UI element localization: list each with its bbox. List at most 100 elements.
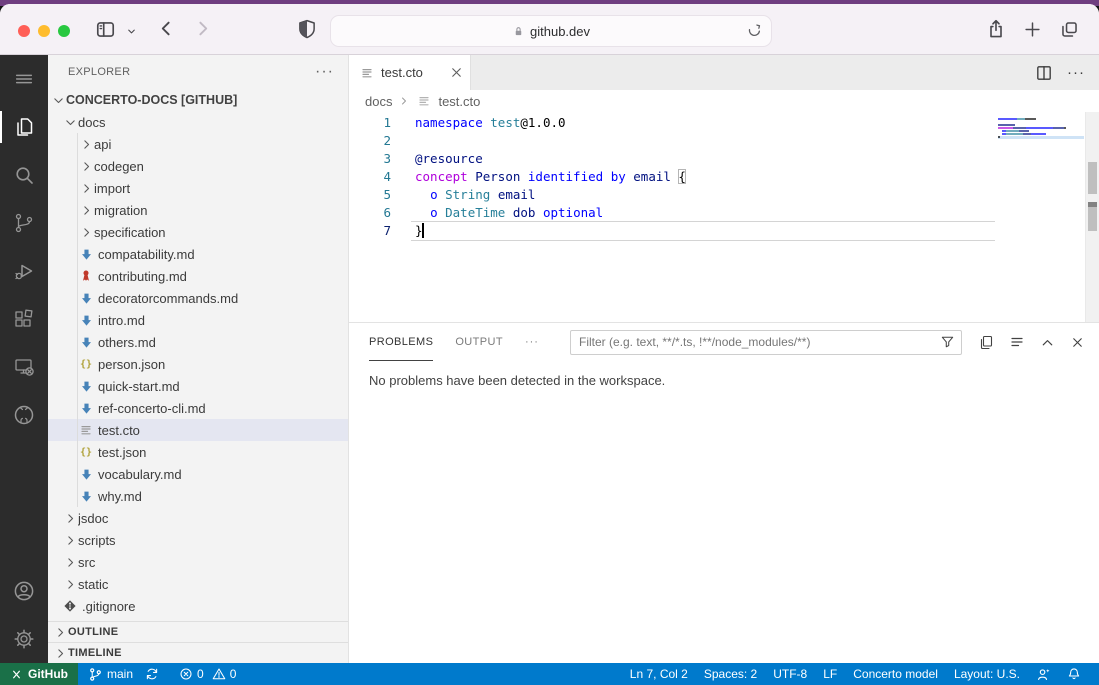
status-ln-7-col-2[interactable]: Ln 7, Col 2 <box>622 663 696 685</box>
new-tab-icon[interactable] <box>1024 21 1041 38</box>
status-spaces-2[interactable]: Spaces: 2 <box>696 663 765 685</box>
tree-item-import[interactable]: import <box>48 177 348 199</box>
breadcrumb-folder[interactable]: docs <box>365 94 392 109</box>
tree-item-vocabulary-md[interactable]: vocabulary.md <box>48 463 348 485</box>
tree-item-test-json[interactable]: {} test.json <box>48 441 348 463</box>
editor-scrollbar[interactable] <box>1085 112 1099 322</box>
activity-run-and-debug[interactable] <box>0 247 48 295</box>
tree-item-jsdoc[interactable]: jsdoc <box>48 507 348 529</box>
tree-item-intro-md[interactable]: intro.md <box>48 309 348 331</box>
chevron-right-icon <box>78 158 94 174</box>
tree-item-api[interactable]: api <box>48 133 348 155</box>
panel-more-tabs[interactable]: ··· <box>525 323 539 361</box>
markdown-icon <box>78 312 94 328</box>
feedback-button[interactable] <box>1028 663 1059 685</box>
explorer-title: EXPLORER <box>68 66 131 78</box>
tab-output[interactable]: OUTPUT <box>455 323 503 361</box>
settings-icon <box>12 627 36 651</box>
tab-problems[interactable]: PROBLEMS <box>369 323 434 361</box>
file-icon <box>78 422 94 438</box>
problems-filter-input[interactable] <box>570 329 962 355</box>
tree-item-codegen[interactable]: codegen <box>48 155 348 177</box>
zoom-window-button[interactable] <box>58 25 70 37</box>
tab-label: test.cto <box>381 65 423 80</box>
close-tab-icon[interactable] <box>449 65 464 80</box>
share-icon[interactable] <box>986 19 1006 39</box>
activity-remote-explorer[interactable] <box>0 343 48 391</box>
code-line-7: 7} <box>349 221 995 241</box>
outline-section[interactable]: OUTLINE <box>48 621 348 642</box>
forward-icon[interactable] <box>194 20 211 37</box>
tree-item-migration[interactable]: migration <box>48 199 348 221</box>
tree-item-person-json[interactable]: {} person.json <box>48 353 348 375</box>
chevron-right-icon <box>78 202 94 218</box>
line-number: 1 <box>383 115 391 130</box>
copy-icon[interactable] <box>978 334 994 350</box>
split-editor-icon[interactable] <box>1035 64 1053 82</box>
activity-search[interactable] <box>0 151 48 199</box>
tree-item-decoratorcommands-md[interactable]: decoratorcommands.md <box>48 287 348 309</box>
branch-indicator[interactable]: main <box>82 663 139 685</box>
status-utf-8[interactable]: UTF-8 <box>765 663 815 685</box>
run-and-debug-icon <box>12 259 36 283</box>
maximize-panel-icon[interactable] <box>1040 335 1055 350</box>
explorer-more-actions[interactable]: ··· <box>315 63 334 81</box>
chevron-right-icon <box>52 647 68 660</box>
activity-account[interactable] <box>0 567 48 615</box>
tree-item-test-cto[interactable]: test.cto <box>48 419 348 441</box>
bell-icon <box>1067 667 1081 681</box>
activity-explorer[interactable] <box>0 103 48 151</box>
back-icon[interactable] <box>158 20 175 37</box>
sync-button[interactable] <box>139 663 165 685</box>
reload-icon[interactable] <box>746 22 763 39</box>
activity-extensions[interactable] <box>0 295 48 343</box>
problems-counts[interactable]: 0 0 <box>173 663 242 685</box>
tree-item-contributing-md[interactable]: contributing.md <box>48 265 348 287</box>
tree-item-concerto-docs-github-[interactable]: CONCERTO-DOCS [GITHUB] <box>48 89 348 111</box>
activity-github[interactable] <box>0 391 48 439</box>
editor-more-actions[interactable]: ··· <box>1067 64 1085 81</box>
tree-item-specification[interactable]: specification <box>48 221 348 243</box>
tree-item-docs[interactable]: docs <box>48 111 348 133</box>
tree-item-src[interactable]: src <box>48 551 348 573</box>
close-window-button[interactable] <box>18 25 30 37</box>
status-lf[interactable]: LF <box>815 663 845 685</box>
tree-item-quick-start-md[interactable]: quick-start.md <box>48 375 348 397</box>
breadcrumb-file[interactable]: test.cto <box>438 94 480 109</box>
problems-message: No problems have been detected in the wo… <box>369 373 666 388</box>
close-panel-icon[interactable] <box>1070 335 1085 350</box>
code-editor[interactable]: 1 namespace test@1.0.0 2 3 @resource 4 concept… <box>349 112 1099 322</box>
chevron-down-icon[interactable] <box>126 26 137 37</box>
timeline-section[interactable]: TIMELINE <box>48 642 348 663</box>
view-as-table-icon[interactable] <box>1009 334 1025 350</box>
activity-source-control[interactable] <box>0 199 48 247</box>
tree-item-scripts[interactable]: scripts <box>48 529 348 551</box>
tab-test-cto[interactable]: test.cto <box>349 55 471 90</box>
tab-overview-icon[interactable] <box>1060 20 1079 39</box>
tree-item-compatability-md[interactable]: compatability.md <box>48 243 348 265</box>
privacy-shield-icon[interactable] <box>297 19 317 39</box>
address-bar[interactable]: github.dev <box>330 15 772 47</box>
tree-item-static[interactable]: static <box>48 573 348 595</box>
source-control-icon <box>12 211 36 235</box>
notifications-button[interactable] <box>1059 663 1089 685</box>
tree-item-others-md[interactable]: others.md <box>48 331 348 353</box>
sidebar-toggle-icon[interactable] <box>96 20 115 39</box>
activity-settings[interactable] <box>0 615 48 663</box>
status-concerto-model[interactable]: Concerto model <box>845 663 946 685</box>
chevron-right-icon <box>62 532 78 548</box>
tree-item-why-md[interactable]: why.md <box>48 485 348 507</box>
minimize-window-button[interactable] <box>38 25 50 37</box>
minimap[interactable] <box>998 118 1084 139</box>
breadcrumb: docs test.cto <box>349 90 1099 112</box>
remote-indicator[interactable]: GitHub <box>0 663 78 685</box>
tree-item-ref-concerto-cli-md[interactable]: ref-concerto-cli.md <box>48 397 348 419</box>
vscode-workbench: EXPLORER ··· CONCERTO-DOCS [GITHUB] docs a… <box>0 55 1099 685</box>
activity-menu[interactable] <box>0 55 48 103</box>
filter-icon[interactable] <box>940 334 955 349</box>
chevron-right-icon <box>78 180 94 196</box>
status-layout-u-s-[interactable]: Layout: U.S. <box>946 663 1028 685</box>
code-line-2: 2 <box>349 132 995 150</box>
tree-item--gitignore[interactable]: .gitignore <box>48 595 348 617</box>
warning-icon <box>212 667 226 681</box>
